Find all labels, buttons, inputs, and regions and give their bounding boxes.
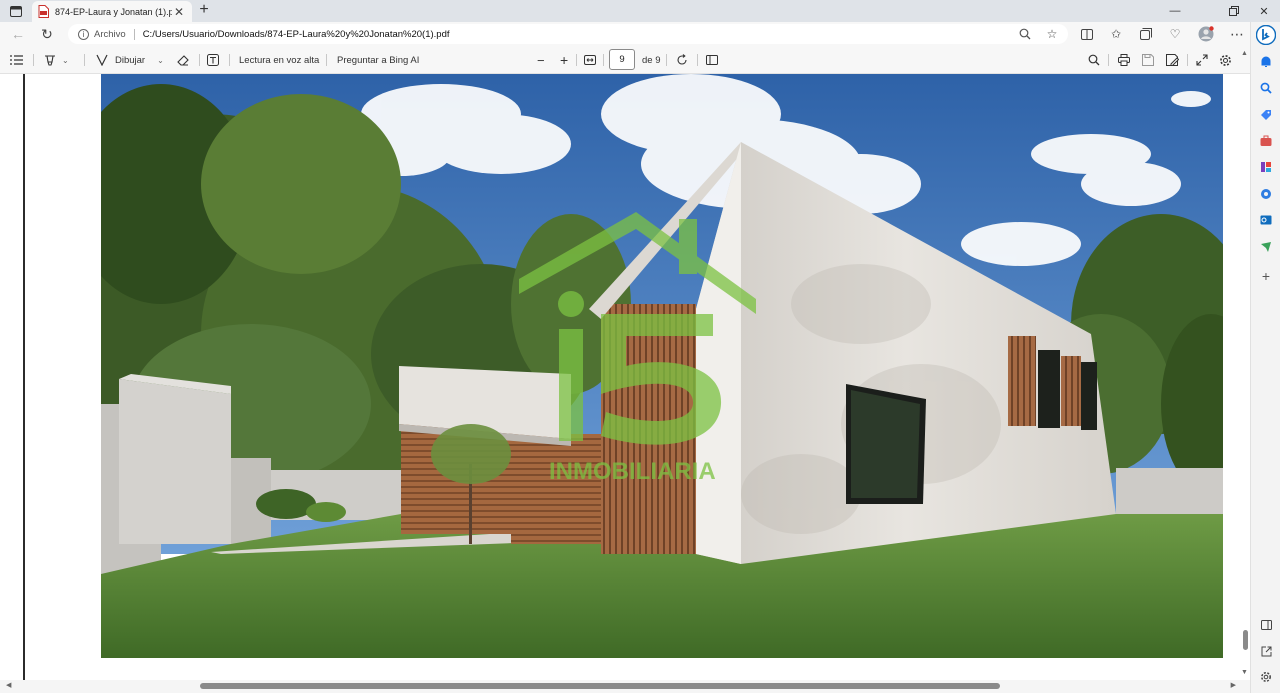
draw-button[interactable]: Dibujar ⌄ [96, 52, 164, 68]
favorites-icon[interactable]: ✩ [1107, 26, 1125, 42]
zoom-icon[interactable] [1016, 26, 1034, 42]
scroll-down-icon[interactable]: ▼ [1241, 669, 1248, 676]
house-rendering-image: INMOBILIARIA [101, 74, 1223, 658]
drop-send-icon[interactable] [1258, 239, 1274, 255]
shopping-tag-icon[interactable] [1258, 107, 1274, 123]
scroll-right-icon[interactable]: ▶ [1231, 681, 1236, 689]
tab-active-pdf[interactable]: 874-EP-Laura y Jonatan (1).pdf ✕ [32, 1, 192, 22]
vertical-scrollbar[interactable]: ▲ ▼ [1240, 46, 1250, 680]
tab-title: 874-EP-Laura y Jonatan (1).pdf [55, 6, 172, 17]
save-icon[interactable] [1142, 52, 1154, 68]
horizontal-scroll-thumb[interactable] [200, 683, 1000, 689]
vertical-scroll-thumb[interactable] [1243, 630, 1248, 650]
address-url: C:/Users/Usuario/Downloads/874-EP-Laura%… [142, 28, 450, 40]
site-info-icon[interactable]: i [78, 28, 89, 40]
close-window-button[interactable]: ✕ [1249, 0, 1279, 22]
hide-sidebar-icon[interactable] [1258, 617, 1274, 633]
browser-essentials-icon[interactable]: ♡ [1166, 26, 1184, 42]
refresh-icon[interactable]: ↻ [37, 25, 57, 43]
edge-sidebar: + [1250, 22, 1280, 693]
table-of-contents-icon[interactable] [10, 52, 23, 68]
outlook-icon[interactable] [1258, 212, 1274, 228]
eraser-icon[interactable] [177, 52, 189, 68]
read-aloud-button[interactable]: Lectura en voz alta [239, 52, 319, 68]
collections-icon[interactable] [1137, 26, 1155, 42]
pdf-toolbar: ⌄ Dibujar ⌄ Lectura en voz alta Pregunta… [0, 46, 1250, 74]
rotate-icon[interactable] [676, 52, 688, 68]
highlight-icon [45, 55, 55, 66]
fullscreen-icon[interactable] [1196, 52, 1208, 68]
pdf-page-render: INMOBILIARIA [101, 74, 1223, 658]
page-total-label: de 9 [642, 54, 661, 66]
pdf-document-view[interactable]: INMOBILIARIA [0, 74, 1250, 680]
chevron-down-icon[interactable]: ⌄ [157, 56, 164, 65]
add-sidebar-app-icon[interactable]: + [1258, 268, 1274, 284]
notifications-icon[interactable] [1258, 54, 1274, 70]
watermark-text: INMOBILIARIA [549, 458, 716, 485]
gear-icon[interactable] [1219, 52, 1232, 68]
zoom-in-button[interactable]: + [560, 52, 568, 68]
page-number-input[interactable]: 9 [609, 49, 635, 70]
microsoft-365-icon[interactable] [1258, 186, 1274, 202]
highlight-button[interactable]: ⌄ [44, 52, 69, 68]
restore-button[interactable] [1219, 0, 1249, 22]
add-text-icon[interactable] [207, 52, 219, 68]
save-as-icon[interactable] [1166, 52, 1179, 68]
zoom-out-button[interactable]: − [537, 52, 545, 68]
ask-bing-button[interactable]: Preguntar a Bing AI [337, 52, 419, 68]
new-tab-button[interactable]: + [195, 0, 213, 22]
address-scheme: Archivo [94, 28, 126, 40]
minimize-button[interactable]: — [1160, 0, 1190, 22]
window-menu-icon[interactable] [8, 0, 24, 22]
gear-icon[interactable] [1258, 669, 1274, 685]
chevron-down-icon[interactable]: ⌄ [62, 56, 69, 65]
address-field[interactable]: i Archivo C:/Users/Usuario/Downloads/874… [68, 24, 1068, 44]
profile-avatar[interactable] [1197, 26, 1215, 42]
draw-pen-icon [96, 54, 108, 66]
draw-label: Dibujar [115, 54, 146, 66]
fit-page-icon[interactable] [584, 52, 596, 68]
previous-page-edge [23, 74, 25, 680]
favorite-star-icon[interactable]: ☆ [1043, 26, 1061, 42]
address-bar-row: ← ↻ i Archivo C:/Users/Usuario/Downloads… [0, 22, 1250, 46]
open-external-icon[interactable] [1258, 643, 1274, 659]
tools-briefcase-icon[interactable] [1258, 133, 1274, 149]
pdf-file-icon [38, 5, 49, 18]
search-icon[interactable] [1088, 52, 1100, 68]
page-view-icon[interactable] [706, 52, 718, 68]
horizontal-scrollbar[interactable]: ◀ ▶ [0, 680, 1250, 693]
print-icon[interactable] [1118, 52, 1130, 68]
more-menu-icon[interactable]: ⋯ [1228, 26, 1246, 42]
scroll-up-icon[interactable]: ▲ [1241, 50, 1248, 57]
scroll-left-icon[interactable]: ◀ [6, 681, 11, 689]
search-icon[interactable] [1258, 80, 1274, 96]
title-bar: 874-EP-Laura y Jonatan (1).pdf ✕ + — ✕ [0, 0, 1280, 22]
tab-close-icon[interactable]: ✕ [172, 5, 186, 19]
games-icon[interactable] [1258, 159, 1274, 175]
bing-copilot-icon[interactable] [1256, 25, 1276, 45]
split-screen-icon[interactable] [1078, 26, 1096, 42]
back-arrow-icon[interactable]: ← [8, 25, 28, 43]
